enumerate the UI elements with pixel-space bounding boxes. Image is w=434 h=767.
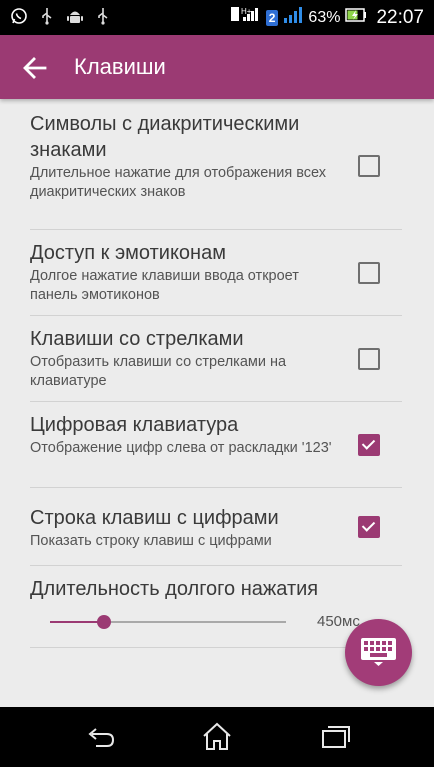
slider-thumb[interactable]	[97, 615, 112, 629]
battery-percent: 63%	[308, 8, 341, 26]
pref-summary: Отображение цифр слева от раскладки '123…	[30, 440, 332, 456]
pref-summary: Длительное нажатие для отображения всех …	[30, 165, 327, 200]
pref-number-row[interactable]: Строка клавиш с цифрами Показать строку …	[30, 505, 402, 566]
long-press-value: 450мс	[317, 613, 360, 630]
pref-numpad[interactable]: Цифровая клавиатура Отображение цифр сле…	[30, 412, 402, 488]
status-bar: H+ 2 63% 22:07	[0, 0, 434, 35]
signal-icon: H+	[230, 5, 261, 30]
recents-icon[interactable]	[318, 721, 354, 753]
slider-fill	[50, 621, 105, 623]
sim-badge: 2	[265, 9, 279, 26]
numpad-checkbox[interactable]	[358, 434, 380, 456]
battery-charging-icon	[345, 7, 367, 28]
signal-bars-icon	[283, 6, 303, 29]
pref-emoticons[interactable]: Доступ к эмотиконам Долгое нажатие клави…	[30, 240, 402, 316]
diacritics-checkbox[interactable]	[358, 155, 380, 177]
pref-title: Строка клавиш с цифрами	[30, 507, 279, 529]
arrow-keys-checkbox[interactable]	[358, 348, 380, 370]
keyboard-fab[interactable]	[345, 619, 412, 686]
pref-title: Клавиши со стрелками	[30, 328, 244, 350]
pref-title: Доступ к эмотиконам	[30, 242, 226, 264]
whatsapp-icon	[10, 7, 28, 25]
number-row-checkbox[interactable]	[358, 516, 380, 538]
pref-diacritics[interactable]: Символы с диакритическими знаками Длител…	[30, 111, 402, 230]
pref-title: Символы с диакритическими знаками	[30, 113, 300, 161]
notification-icons	[10, 7, 110, 25]
arrow-left-icon[interactable]	[20, 53, 50, 83]
back-icon[interactable]	[82, 721, 118, 753]
page-title: Клавиши	[74, 54, 166, 79]
navigation-bar	[0, 707, 434, 767]
pref-summary: Показать строку клавиш с цифрами	[30, 533, 272, 549]
clock: 22:07	[376, 6, 424, 28]
long-press-slider[interactable]	[50, 615, 286, 629]
pref-title: Цифровая клавиатура	[30, 414, 239, 436]
long-press-title: Длительность долгого нажатия	[30, 578, 319, 600]
android-debug-icon	[66, 7, 84, 25]
keyboard-icon	[361, 638, 396, 666]
home-icon[interactable]	[199, 721, 235, 753]
usb-icon	[96, 7, 110, 25]
pref-summary: Долгое нажатие клавиши ввода откроет пан…	[30, 268, 299, 303]
app-bar: Клавиши	[0, 35, 434, 99]
emoticons-checkbox[interactable]	[358, 262, 380, 284]
status-indicators: H+ 2 63% 22:07	[230, 0, 424, 35]
pref-summary: Отобразить клавиши со стрелками на клави…	[30, 354, 287, 389]
pref-arrow-keys[interactable]: Клавиши со стрелками Отобразить клавиши …	[30, 326, 402, 402]
svg-text:H+: H+	[241, 7, 252, 16]
usb-icon	[40, 7, 54, 25]
